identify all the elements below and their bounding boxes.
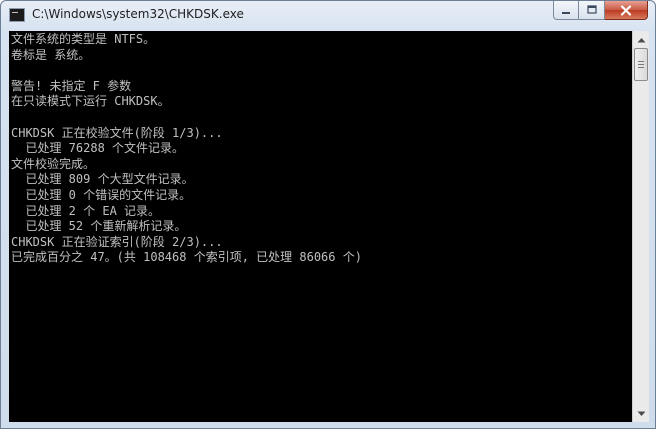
console-line: 已处理 0 个错误的文件记录。 <box>11 187 192 202</box>
console-line: 警告! 未指定 F 参数 <box>11 78 132 93</box>
console-line: 已处理 76288 个文件记录。 <box>11 141 185 156</box>
console-line: CHKDSK 正在验证索引(阶段 2/3)... <box>11 234 223 249</box>
scroll-up-arrow-icon <box>637 37 645 42</box>
console-line: 已完成百分之 47。(共 108468 个索引项, 已处理 86066 个) <box>11 250 362 265</box>
console-line: 在只读模式下运行 CHKDSK。 <box>11 94 170 109</box>
scroll-down-button[interactable] <box>633 405 649 422</box>
close-icon <box>620 4 632 16</box>
maximize-button[interactable] <box>579 1 605 20</box>
scroll-up-button[interactable] <box>633 31 649 48</box>
console-line: 已处理 52 个重新解析记录。 <box>11 219 187 234</box>
console-line: 已处理 2 个 EA 记录。 <box>11 203 161 218</box>
thumb-grip-line <box>638 61 644 62</box>
console-line: CHKDSK 正在校验文件(阶段 1/3)... <box>11 125 223 140</box>
console-line: 卷标是 系统。 <box>11 47 91 62</box>
maximize-icon <box>586 5 597 14</box>
console-output-area[interactable]: 文件系统的类型是 NTFS。 卷标是 系统。 警告! 未指定 F 参数 在只读模… <box>9 31 632 422</box>
scroll-down-arrow-icon <box>637 411 645 416</box>
close-button[interactable] <box>605 1 648 20</box>
console-lines: 文件系统的类型是 NTFS。 卷标是 系统。 警告! 未指定 F 参数 在只读模… <box>11 32 362 266</box>
console-icon[interactable] <box>9 8 25 22</box>
console-window: C:\Windows\system32\CHKDSK.exe 文件系统的类型是 … <box>0 0 656 429</box>
scroll-thumb[interactable] <box>634 48 648 81</box>
thumb-grip-line <box>638 64 644 65</box>
thumb-grip-line <box>638 67 644 68</box>
title-bar[interactable]: C:\Windows\system32\CHKDSK.exe <box>1 1 655 31</box>
console-line: 文件校验完成。 <box>11 156 96 171</box>
caption-buttons <box>553 1 648 21</box>
minimize-button[interactable] <box>553 1 579 20</box>
minimize-icon <box>562 12 570 14</box>
console-line: 已处理 809 个大型文件记录。 <box>11 172 194 187</box>
vertical-scrollbar[interactable] <box>632 31 649 422</box>
console-line: 文件系统的类型是 NTFS。 <box>11 32 156 46</box>
window-title: C:\Windows\system32\CHKDSK.exe <box>32 7 244 21</box>
